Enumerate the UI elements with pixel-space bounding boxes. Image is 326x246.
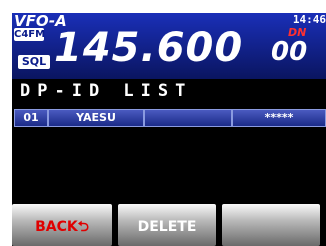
row-index: 01 — [14, 109, 48, 127]
frequency-sub: 00 — [271, 37, 308, 67]
delete-label: DELETE — [137, 219, 197, 235]
frequency-main: 145.600 — [54, 25, 244, 71]
back-button[interactable]: BACK⮌ — [12, 204, 112, 246]
delete-button[interactable]: DELETE — [118, 204, 216, 246]
list-title: DP-ID LIST — [20, 81, 193, 101]
list-item[interactable]: 01 YAESU ***** — [14, 109, 326, 127]
row-blank-cell — [144, 109, 232, 127]
frequency-header: VFO-A C4FM 14:46 SQL 145.600 DN 00 — [12, 13, 326, 79]
back-label: BACK — [35, 219, 78, 235]
clock: 14:46 — [292, 13, 326, 26]
radio-display: VFO-A C4FM 14:46 SQL 145.600 DN 00 DP-ID… — [12, 13, 326, 246]
row-name: YAESU — [48, 109, 144, 127]
sql-badge: SQL — [18, 55, 50, 69]
row-password: ***** — [232, 109, 326, 127]
softkey-bar: BACK⮌ DELETE — [12, 204, 326, 246]
return-arrow-icon: ⮌ — [77, 219, 89, 235]
softkey-3[interactable] — [222, 204, 320, 246]
mode-badge: C4FM — [14, 28, 46, 41]
